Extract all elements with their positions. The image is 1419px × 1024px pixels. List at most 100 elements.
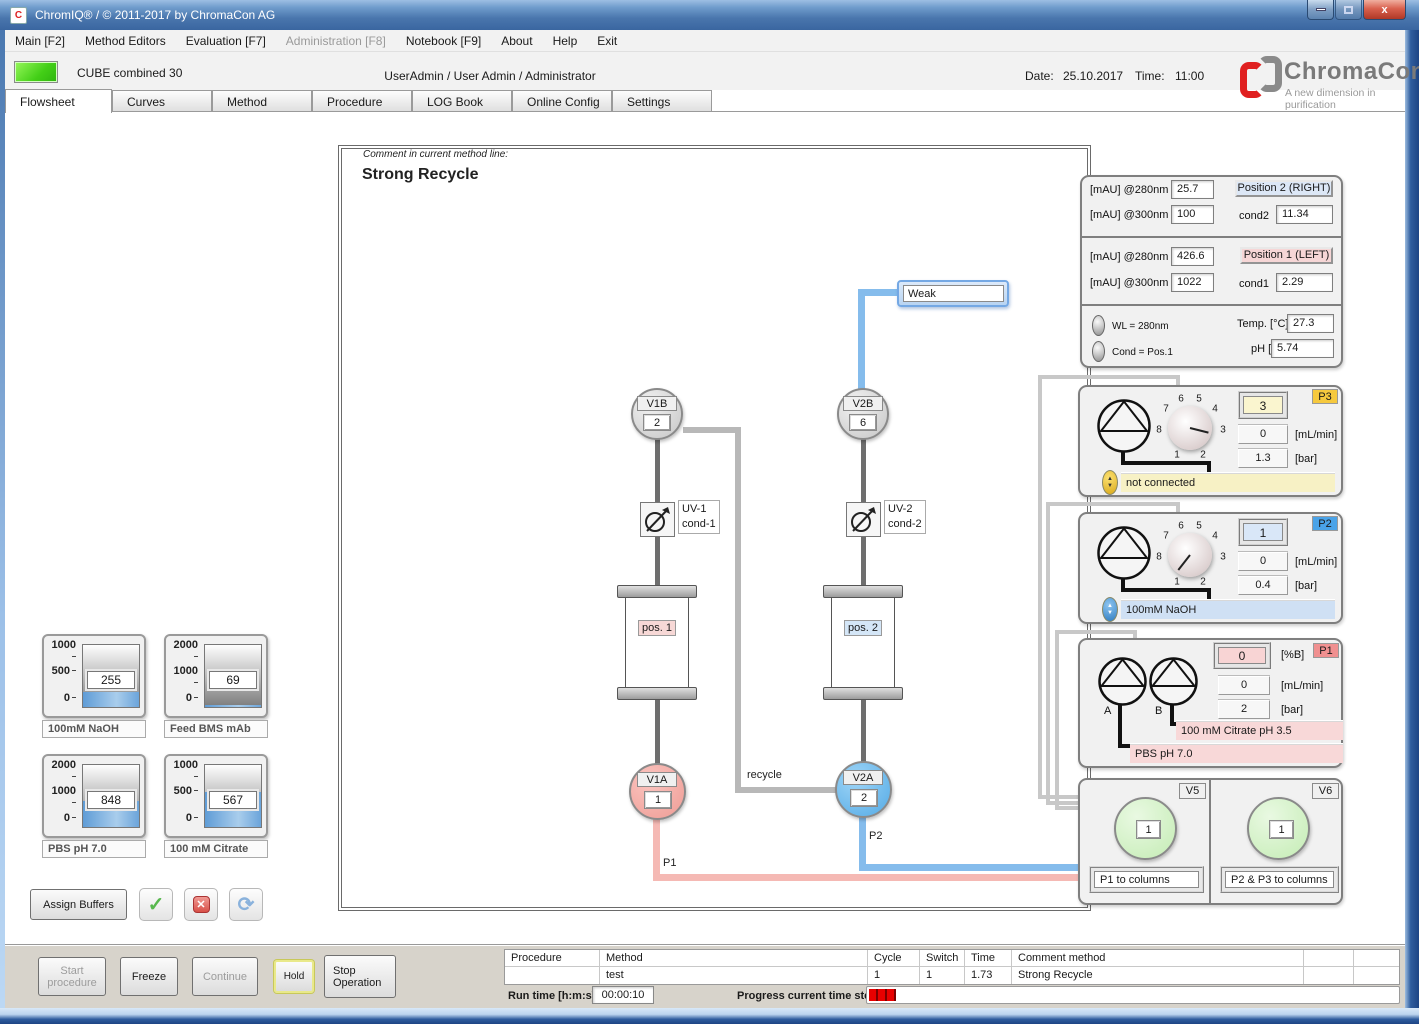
freeze-button[interactable]: Freeze <box>120 957 178 996</box>
menu-notebook[interactable]: Notebook [F9] <box>406 34 481 48</box>
temp-label: Temp. [°C]: <box>1237 318 1292 330</box>
start-procedure-button: Start procedure <box>38 957 106 996</box>
valve-v5-mode-button[interactable]: P1 to columns <box>1089 866 1204 893</box>
pump-p1-badge: P1 <box>1313 643 1339 658</box>
position1-button[interactable]: Position 1 (LEFT) <box>1240 247 1333 264</box>
pipe-column1-v1a <box>655 700 660 764</box>
hold-button[interactable]: Hold <box>274 960 314 993</box>
uv2-label-line2: cond-2 <box>888 517 922 532</box>
weak-outlet-input[interactable]: Weak <box>903 285 1004 302</box>
pipe-p3-feed-vertical <box>1038 375 1042 799</box>
table-header-row: Procedure Method Cycle Switch Time Comme… <box>505 950 1399 967</box>
weak-outlet-box: Weak <box>897 280 1009 307</box>
col-method: Method <box>600 950 868 966</box>
pump-p2-selector-knob[interactable]: 1 2 3 4 5 6 7 8 <box>1158 525 1228 589</box>
tab-method[interactable]: Method <box>212 90 312 112</box>
pump-p3-position-value: 3 <box>1243 396 1283 414</box>
minimize-button[interactable] <box>1307 0 1334 20</box>
progress-label: Progress current time step: <box>737 990 881 1002</box>
gauge-scale-max: 1000 <box>46 639 76 663</box>
abs300-pos2-label: [mAU] @300nm <box>1090 209 1168 221</box>
cancel-button[interactable]: ✕ <box>184 888 218 921</box>
tab-log-book[interactable]: LOG Book <box>412 90 512 112</box>
cond1-value: 2.29 <box>1276 273 1333 292</box>
menu-evaluation[interactable]: Evaluation [F7] <box>186 34 266 48</box>
tab-flowsheet[interactable]: Flowsheet <box>5 89 112 113</box>
menu-exit[interactable]: Exit <box>597 34 617 48</box>
column1-bottom-cap <box>617 687 697 700</box>
title-bar: C ChromIQ® / © 2011-2017 by ChromaCon AG <box>0 0 1419 30</box>
system-status-led <box>14 61 58 83</box>
gauge-scale-min: 0 <box>46 812 76 824</box>
buffer-gauge-naoh-label: 100mM NaOH <box>42 720 146 738</box>
column2-top-cap <box>823 585 903 598</box>
pump-p2-position-box[interactable]: 1 <box>1238 518 1288 546</box>
stop-operation-button[interactable]: Stop Operation <box>324 955 396 998</box>
wavelength-toggle[interactable] <box>1092 315 1105 336</box>
pump-p3-position-box[interactable]: 3 <box>1238 391 1288 419</box>
pump-p3-buffer-spinner[interactable]: ▲▼ <box>1102 470 1118 495</box>
check-icon: ✓ <box>148 892 165 917</box>
position2-button[interactable]: Position 2 (RIGHT) <box>1235 180 1333 197</box>
knob-number: 8 <box>1156 552 1162 563</box>
pipe-recycle-vertical <box>735 427 741 793</box>
temp-value: 27.3 <box>1287 314 1334 333</box>
close-button[interactable]: x <box>1363 0 1406 20</box>
pipe-uv2-column2 <box>861 537 866 586</box>
refresh-button[interactable]: ⟳ <box>229 888 263 921</box>
menu-main[interactable]: Main [F2] <box>15 34 65 48</box>
column2-bottom-cap <box>823 687 903 700</box>
pump-p1-gradient-box[interactable]: 0 <box>1213 642 1271 669</box>
menu-administration: Administration [F8] <box>286 34 386 48</box>
col-switch: Switch <box>920 950 965 966</box>
table-row[interactable]: test 1 1 1.73 Strong Recycle <box>505 967 1399 984</box>
tab-curves[interactable]: Curves <box>112 90 212 112</box>
tab-procedure[interactable]: Procedure <box>312 90 412 112</box>
tab-online-config[interactable]: Online Config <box>512 90 612 112</box>
assign-buffers-button[interactable]: Assign Buffers <box>30 889 127 920</box>
menu-help[interactable]: Help <box>553 34 578 48</box>
cond2-value: 11.34 <box>1276 205 1333 224</box>
buffer-gauge-pbs-label: PBS pH 7.0 <box>42 840 146 858</box>
pipe-weak-vertical <box>858 292 865 390</box>
cell-procedure <box>505 967 600 984</box>
pump-p3-selector-knob[interactable]: 1 2 3 4 5 6 7 8 <box>1158 398 1228 462</box>
valve-v2a-label: V2A <box>843 770 883 785</box>
cell-cycle: 1 <box>868 967 920 984</box>
knob-number: 3 <box>1220 552 1226 563</box>
uv1-label-line1: UV-1 <box>682 502 716 517</box>
runtime-label: Run time [h:m:s] <box>508 990 595 1002</box>
user-info: UserAdmin / User Admin / Administrator <box>320 69 660 83</box>
progress-fill <box>869 989 896 1001</box>
pump-p2-pressure-unit: [bar] <box>1295 580 1317 592</box>
valve-v6-mode-button[interactable]: P2 & P3 to columns <box>1220 866 1339 893</box>
pump-p2-badge: P2 <box>1312 516 1338 531</box>
abs300-pos1-label: [mAU] @300nm <box>1090 277 1168 289</box>
method-comment-text: Strong Recycle <box>362 166 478 184</box>
gauge-scale-min: 0 <box>168 812 198 824</box>
knob-number: 1 <box>1174 577 1180 588</box>
pump-p2-pressure-value: 0.4 <box>1238 576 1288 595</box>
app-icon: C <box>10 7 27 24</box>
gauge-value: 567 <box>209 791 257 809</box>
pipe-p1-horizontal <box>653 874 1078 881</box>
gauge-value: 255 <box>87 671 135 689</box>
gauge-bar: 848 <box>82 764 140 828</box>
p2-line-label: P2 <box>869 830 882 842</box>
pipe-weak-horizontal <box>858 289 898 296</box>
cond-source-toggle[interactable] <box>1092 341 1105 362</box>
tab-settings[interactable]: Settings <box>612 90 712 112</box>
pump-p2-buffer-strip: 100mM NaOH <box>1121 600 1335 619</box>
buffer-gauge-citrate: 1000 500 0 567 <box>164 754 268 838</box>
app-window: C ChromIQ® / © 2011-2017 by ChromaCon AG… <box>0 0 1419 1024</box>
confirm-button[interactable]: ✓ <box>139 888 173 921</box>
knob-number: 2 <box>1200 577 1206 588</box>
pump-p2-buffer-spinner[interactable]: ▲▼ <box>1102 597 1118 622</box>
maximize-button[interactable] <box>1335 0 1362 20</box>
menu-about[interactable]: About <box>501 34 532 48</box>
menu-method-editors[interactable]: Method Editors <box>85 34 166 48</box>
knob-number: 5 <box>1196 521 1202 532</box>
pipe-p1-feed-bottom <box>1055 806 1078 810</box>
window-border-bottom <box>0 1008 1419 1024</box>
gauge-bar: 255 <box>82 644 140 708</box>
